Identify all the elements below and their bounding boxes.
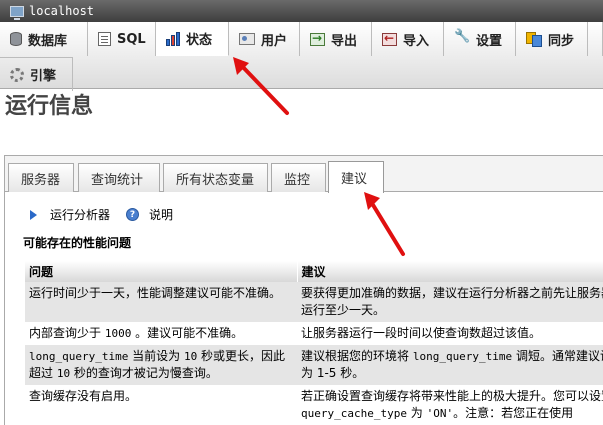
problem-cell: 内部查询少于 1000 。建议可能不准确。 bbox=[25, 322, 297, 345]
status-panel: 服务器 查询统计 所有状态变量 监控 建议 运行分析器 ? 说明 可能存在的性能… bbox=[4, 155, 603, 425]
table-row: 运行时间少于一天，性能调整建议可能不准确。 要获得更加准确的数据，建议在运行分析… bbox=[25, 282, 603, 322]
subtab-server[interactable]: 服务器 bbox=[8, 163, 74, 192]
wrench-icon bbox=[454, 29, 470, 47]
column-header-problem: 问题 bbox=[25, 261, 298, 282]
server-breadcrumb[interactable]: localhost bbox=[0, 0, 603, 22]
table-row: 内部查询少于 1000 。建议可能不准确。 让服务器运行一段时间以使查询数超过该… bbox=[25, 322, 603, 345]
tab-settings[interactable]: 设置 bbox=[444, 22, 516, 56]
advice-cell: 建议根据您的环境将 long_query_time 调短。通常建议设为 1-5 … bbox=[297, 345, 603, 385]
run-analyzer-link[interactable]: 运行分析器 bbox=[50, 206, 110, 223]
import-icon bbox=[382, 31, 397, 46]
tab-more[interactable] bbox=[588, 22, 603, 56]
tab-export[interactable]: 导出 bbox=[300, 22, 372, 56]
tab-engines[interactable]: 引擎 bbox=[0, 57, 73, 91]
advisor-table: 问题 建议 运行时间少于一天，性能调整建议可能不准确。 要获得更加准确的数据，建… bbox=[25, 261, 603, 425]
subtab-query-stats[interactable]: 查询统计 bbox=[78, 163, 160, 192]
tab-sql[interactable]: SQL bbox=[88, 22, 156, 56]
advice-cell: 要获得更加准确的数据，建议在运行分析器之前先让服务器运行至少一天。 bbox=[297, 282, 603, 322]
tab-users[interactable]: 用户 bbox=[229, 22, 300, 56]
database-icon bbox=[10, 32, 22, 46]
sync-icon bbox=[526, 32, 542, 47]
page-title: 运行信息 bbox=[5, 93, 94, 119]
subtab-all-variables[interactable]: 所有状态变量 bbox=[163, 163, 268, 192]
advice-cell: 若正确设置查询缓存将带来性能上的极大提升。您可以设置 query_cache_t… bbox=[297, 385, 603, 425]
advice-cell: 让服务器运行一段时间以使查询数超过该值。 bbox=[297, 322, 603, 345]
users-icon bbox=[239, 33, 255, 45]
table-row: long_query_time 当前设为 10 秒或更长，因此超过 10 秒的查… bbox=[25, 345, 603, 385]
tab-synchronize[interactable]: 同步 bbox=[516, 22, 588, 56]
sql-icon bbox=[98, 32, 111, 46]
table-row: 查询缓存没有启用。 若正确设置查询缓存将带来性能上的极大提升。您可以设置 que… bbox=[25, 385, 603, 425]
export-icon bbox=[310, 31, 325, 46]
column-header-advice: 建议 bbox=[297, 261, 603, 282]
annotation-arrow-advisor bbox=[364, 192, 405, 256]
server-name: localhost bbox=[29, 4, 95, 18]
subtab-monitor[interactable]: 监控 bbox=[271, 163, 326, 192]
main-menu: 数据库 SQL 状态 用户 导出 导入 设置 同步 引擎 bbox=[0, 22, 603, 91]
problem-cell: 查询缓存没有启用。 bbox=[25, 385, 297, 425]
tab-databases[interactable]: 数据库 bbox=[0, 22, 88, 56]
status-icon bbox=[166, 31, 180, 46]
help-icon: ? bbox=[126, 208, 140, 221]
status-subtabs: 服务器 查询统计 所有状态变量 监控 建议 bbox=[5, 156, 603, 193]
advisor-heading: 可能存在的性能问题 bbox=[23, 236, 132, 250]
play-icon bbox=[30, 209, 37, 220]
server-icon bbox=[10, 5, 24, 20]
engine-icon bbox=[10, 67, 24, 82]
tab-status[interactable]: 状态 bbox=[156, 22, 229, 56]
help-link[interactable]: 说明 bbox=[149, 206, 173, 223]
problem-cell: long_query_time 当前设为 10 秒或更长，因此超过 10 秒的查… bbox=[25, 345, 297, 385]
advisor-tools: 运行分析器 ? 说明 bbox=[30, 206, 173, 223]
problem-cell: 运行时间少于一天，性能调整建议可能不准确。 bbox=[25, 282, 297, 322]
tab-import[interactable]: 导入 bbox=[372, 22, 444, 56]
annotation-arrow-status bbox=[233, 57, 289, 115]
